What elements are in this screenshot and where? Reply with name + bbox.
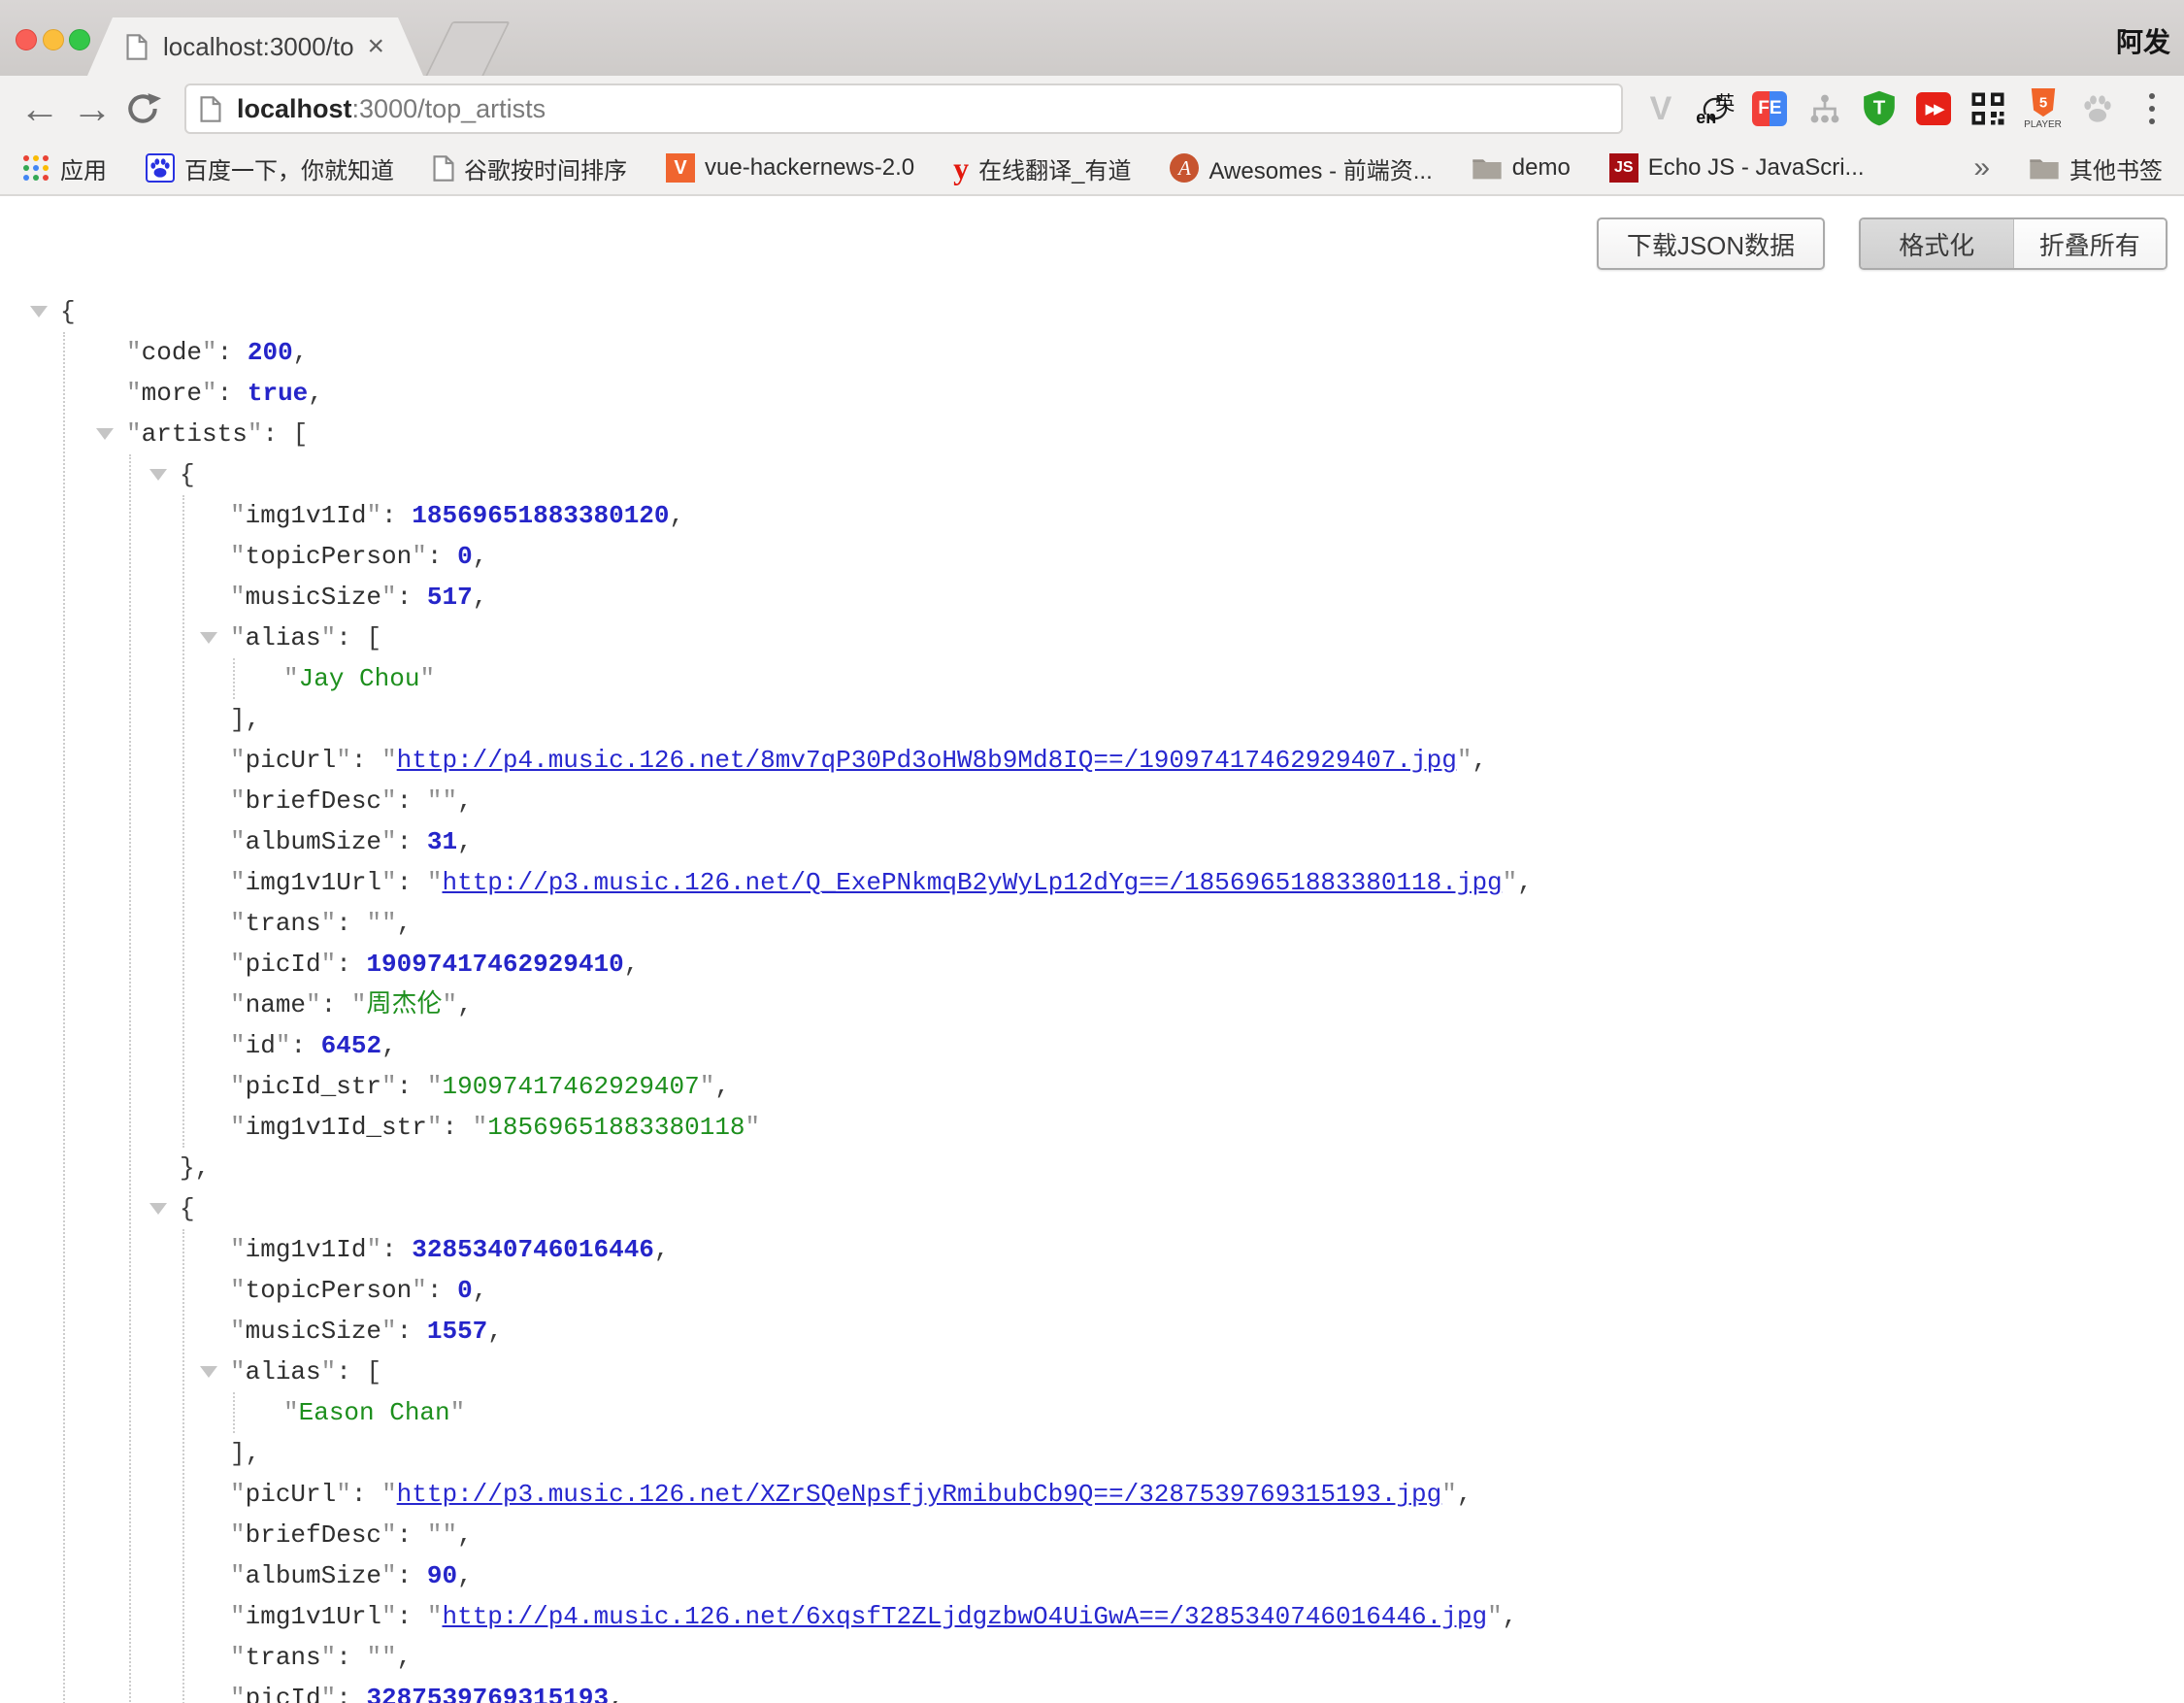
json-line: { xyxy=(0,454,2184,495)
json-viewer: {"code": 200,"more": true,"artists": [{"… xyxy=(0,0,2184,1703)
indent-guide xyxy=(182,495,184,1148)
collapse-triangle-icon[interactable] xyxy=(30,306,48,317)
indent-guide xyxy=(182,1229,184,1703)
json-line: "code": 200, xyxy=(0,332,2184,373)
json-line: "albumSize": 31, xyxy=(0,821,2184,862)
json-line: "picId": 3287539769315193, xyxy=(0,1678,2184,1703)
indent-guide xyxy=(63,332,65,1703)
json-line: "name": "周杰伦", xyxy=(0,985,2184,1025)
json-line: "topicPerson": 0, xyxy=(0,1270,2184,1311)
json-line: "img1v1Id_str": "18569651883380118" xyxy=(0,1107,2184,1148)
json-line: "more": true, xyxy=(0,373,2184,414)
collapse-triangle-icon[interactable] xyxy=(200,1366,217,1378)
indent-guide xyxy=(233,658,235,699)
json-line: "briefDesc": "", xyxy=(0,781,2184,821)
json-line: "alias": [ xyxy=(0,1352,2184,1392)
json-line: "picUrl": "http://p4.music.126.net/8mv7q… xyxy=(0,740,2184,781)
json-line: "trans": "", xyxy=(0,1637,2184,1678)
collapse-triangle-icon[interactable] xyxy=(149,1203,167,1215)
collapse-triangle-icon[interactable] xyxy=(200,632,217,644)
json-line: ], xyxy=(0,699,2184,740)
json-link[interactable]: http://p4.music.126.net/6xqsfT2ZLjdgzbwO… xyxy=(442,1602,1487,1631)
collapse-triangle-icon[interactable] xyxy=(149,469,167,481)
json-line: { xyxy=(0,291,2184,332)
json-link[interactable]: http://p4.music.126.net/8mv7qP30Pd3oHW8b… xyxy=(397,746,1457,775)
json-line: "picUrl": "http://p3.music.126.net/XZrSQ… xyxy=(0,1474,2184,1515)
json-line: "img1v1Id": 3285340746016446, xyxy=(0,1229,2184,1270)
browser-window: localhost:3000/top_artists × 阿发 ← → loca… xyxy=(0,0,2184,1703)
json-line: ], xyxy=(0,1433,2184,1474)
json-line: "musicSize": 517, xyxy=(0,577,2184,618)
collapse-triangle-icon[interactable] xyxy=(96,428,114,440)
json-line: { xyxy=(0,1188,2184,1229)
json-line: "id": 6452, xyxy=(0,1025,2184,1066)
json-line: "img1v1Url": "http://p3.music.126.net/Q_… xyxy=(0,862,2184,903)
json-line: "img1v1Url": "http://p4.music.126.net/6x… xyxy=(0,1596,2184,1637)
json-line: "alias": [ xyxy=(0,618,2184,658)
json-line: "artists": [ xyxy=(0,414,2184,454)
json-line: "trans": "", xyxy=(0,903,2184,944)
json-line: "musicSize": 1557, xyxy=(0,1311,2184,1352)
json-line: "img1v1Id": 18569651883380120, xyxy=(0,495,2184,536)
json-line: "picId": 19097417462929410, xyxy=(0,944,2184,985)
json-line: }, xyxy=(0,1148,2184,1188)
json-line: "briefDesc": "", xyxy=(0,1515,2184,1555)
json-link[interactable]: http://p3.music.126.net/Q_ExePNkmqB2yWyL… xyxy=(442,868,1502,897)
json-line: "Jay Chou" xyxy=(0,658,2184,699)
json-line: "albumSize": 90, xyxy=(0,1555,2184,1596)
json-line: "topicPerson": 0, xyxy=(0,536,2184,577)
json-line: "Eason Chan" xyxy=(0,1392,2184,1433)
indent-guide xyxy=(233,1392,235,1433)
json-line: "picId_str": "19097417462929407", xyxy=(0,1066,2184,1107)
indent-guide xyxy=(129,454,131,1703)
page-content: 下载JSON数据 格式化 折叠所有 {"code": 200,"more": t… xyxy=(0,196,2184,1703)
json-link[interactable]: http://p3.music.126.net/XZrSQeNpsfjyRmib… xyxy=(397,1480,1442,1509)
